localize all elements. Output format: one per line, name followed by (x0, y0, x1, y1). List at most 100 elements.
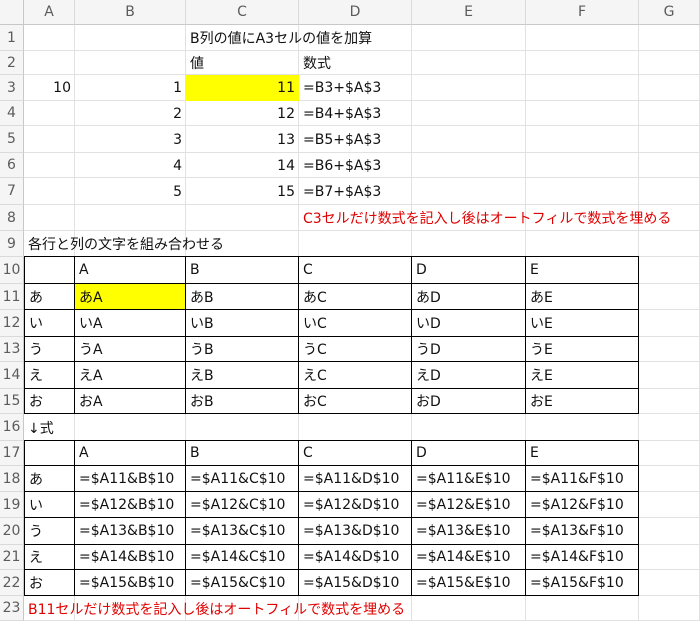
formula-cell[interactable]: =$A11&E$10 (412, 466, 526, 492)
b-value-cell[interactable]: 2 (75, 101, 186, 126)
combo-col-label[interactable]: B (186, 256, 299, 284)
row-header-13[interactable]: 13 (0, 337, 24, 362)
row-header-12[interactable]: 12 (0, 310, 24, 337)
formula-cell[interactable]: =$A12&F$10 (526, 492, 639, 518)
formula-text-cell[interactable]: =B7+$A$3 (299, 178, 412, 205)
combo-row-label[interactable]: え (24, 362, 75, 389)
formula-cell[interactable]: =$A12&B$10 (75, 492, 186, 518)
formula-col-label[interactable]: E (526, 440, 639, 466)
row-header-17[interactable]: 17 (0, 441, 24, 466)
b-value-cell[interactable]: 5 (75, 178, 186, 205)
formula-cell[interactable]: =$A13&E$10 (412, 518, 526, 545)
c-value-cell[interactable]: 14 (186, 153, 299, 178)
select-all-corner[interactable] (0, 0, 24, 25)
formula-cell[interactable]: =$A11&B$10 (75, 466, 186, 492)
combo-cell[interactable]: うB (186, 337, 299, 362)
column-header-f[interactable]: F (526, 0, 639, 25)
row-header-11[interactable]: 11 (0, 284, 24, 310)
b-value-cell[interactable]: 4 (75, 153, 186, 178)
combo-row-label[interactable]: あ (24, 284, 75, 310)
combo-cell[interactable]: えA (75, 362, 186, 389)
formula-col-label[interactable]: D (412, 440, 526, 466)
formula-corner-cell[interactable] (24, 440, 75, 466)
row-header-22[interactable]: 22 (0, 570, 24, 596)
formula-text-cell[interactable]: =B6+$A$3 (299, 153, 412, 178)
formula-cell[interactable]: =$A15&B$10 (75, 570, 186, 596)
formula-row-label[interactable]: う (24, 518, 75, 545)
formula-cell[interactable]: =$A13&C$10 (186, 518, 299, 545)
combo-cell[interactable]: いC (299, 310, 412, 337)
combo-cell[interactable]: えD (412, 362, 526, 389)
row-header-6[interactable]: 6 (0, 153, 24, 178)
column-header-g[interactable]: G (639, 0, 700, 25)
combo-cell[interactable]: うE (526, 337, 639, 362)
b-value-cell[interactable]: 1 (75, 75, 186, 101)
row-header-19[interactable]: 19 (0, 492, 24, 518)
column-header-e[interactable]: E (412, 0, 526, 25)
formula-text-cell[interactable]: =B3+$A$3 (299, 75, 412, 101)
combo-cell[interactable]: あD (412, 284, 526, 310)
formula-row-label[interactable]: お (24, 570, 75, 596)
formula-section-label[interactable]: ↓式 (24, 414, 186, 441)
formula-cell[interactable]: =$A14&C$10 (186, 545, 299, 570)
formula-col-label[interactable]: C (299, 440, 412, 466)
b-value-cell[interactable]: 3 (75, 126, 186, 153)
combo-col-label[interactable]: A (75, 256, 186, 284)
row-header-3[interactable]: 3 (0, 75, 24, 101)
formula-cell[interactable]: =$A11&F$10 (526, 466, 639, 492)
column-header-a[interactable]: A (24, 0, 75, 25)
formula-cell[interactable]: =$A14&D$10 (299, 545, 412, 570)
combo-col-label[interactable]: D (412, 256, 526, 284)
column-header-d[interactable]: D (299, 0, 412, 25)
formula-row-label[interactable]: え (24, 545, 75, 570)
formula-col-label[interactable]: B (186, 440, 299, 466)
formula-text-cell[interactable]: =B4+$A$3 (299, 101, 412, 126)
row-header-1[interactable]: 1 (0, 25, 24, 51)
row-header-20[interactable]: 20 (0, 518, 24, 545)
row-header-4[interactable]: 4 (0, 101, 24, 126)
formula-cell[interactable]: =$A13&B$10 (75, 518, 186, 545)
column-header-b[interactable]: B (75, 0, 186, 25)
cell-a3-value[interactable]: 10 (24, 75, 75, 101)
combo-cell[interactable]: いA (75, 310, 186, 337)
combo-cell[interactable]: おE (526, 389, 639, 414)
formula-cell[interactable]: =$A14&B$10 (75, 545, 186, 570)
formula-col-label[interactable]: A (75, 440, 186, 466)
row-header-23[interactable]: 23 (0, 596, 24, 621)
column-header-c[interactable]: C (186, 0, 299, 25)
combo-cell[interactable]: あB (186, 284, 299, 310)
spreadsheet-grid[interactable]: A B C D E F G 1 2 3 4 5 6 7 8 9 10 11 12 13 14 15 16 17 18 19 20 21… (0, 0, 700, 621)
combo-cell[interactable]: えE (526, 362, 639, 389)
combo-col-label[interactable]: E (526, 256, 639, 284)
c-value-cell[interactable]: 13 (186, 126, 299, 153)
combo-cell[interactable]: いE (526, 310, 639, 337)
value-header[interactable]: 値 (186, 51, 299, 75)
formula-header[interactable]: 数式 (299, 51, 412, 75)
combo-cell[interactable]: うC (299, 337, 412, 362)
row-header-7[interactable]: 7 (0, 178, 24, 205)
combo-col-label[interactable]: C (299, 256, 412, 284)
row-header-10[interactable]: 10 (0, 257, 24, 284)
formula-cell[interactable]: =$A12&E$10 (412, 492, 526, 518)
bottom-note-text[interactable]: B11セルだけ数式を記入し後はオートフィルで数式を埋める (24, 596, 639, 621)
row-header-9[interactable]: 9 (0, 231, 24, 257)
combo-cell[interactable]: あE (526, 284, 639, 310)
combo-cell[interactable]: いB (186, 310, 299, 337)
formula-text-cell[interactable]: =B5+$A$3 (299, 126, 412, 153)
formula-cell[interactable]: =$A13&F$10 (526, 518, 639, 545)
formula-row-label[interactable]: あ (24, 466, 75, 492)
combo-cell[interactable]: うA (75, 337, 186, 362)
combo-cell[interactable]: おC (299, 389, 412, 414)
row-header-15[interactable]: 15 (0, 389, 24, 414)
formula-cell[interactable]: =$A15&E$10 (412, 570, 526, 596)
formula-cell[interactable]: =$A12&C$10 (186, 492, 299, 518)
formula-row-label[interactable]: い (24, 492, 75, 518)
formula-cell[interactable]: =$A14&E$10 (412, 545, 526, 570)
formula-cell[interactable]: =$A14&F$10 (526, 545, 639, 570)
combo-cell[interactable]: おD (412, 389, 526, 414)
combo-corner-cell[interactable] (24, 256, 75, 284)
combo-cell[interactable]: うD (412, 337, 526, 362)
combo-cell[interactable]: おB (186, 389, 299, 414)
top-table-title[interactable]: B列の値にA3セルの値を加算 (186, 25, 526, 51)
formula-cell[interactable]: =$A13&D$10 (299, 518, 412, 545)
